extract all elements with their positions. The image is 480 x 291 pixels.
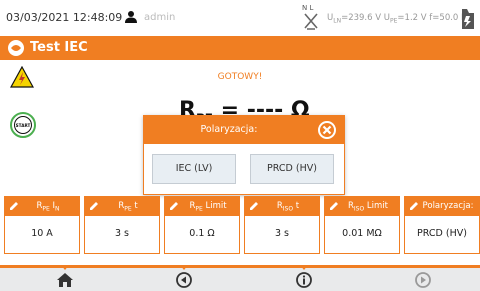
title-bar: Test IEC xyxy=(0,36,480,60)
top-status-bar: 03/03/2021 12:48:09 admin N L ULN=239.6 … xyxy=(0,0,480,36)
pencil-icon xyxy=(90,202,98,210)
logo-icon xyxy=(8,40,24,56)
param-label: Polaryzacja: xyxy=(422,201,474,211)
param-label: RPE IN xyxy=(36,201,60,213)
pencil-icon xyxy=(10,202,18,210)
param-value: 0.1 Ω xyxy=(189,228,215,239)
dialog-header: Polaryzacja: xyxy=(144,116,344,144)
option-iec-lv-button[interactable]: IEC (LV) xyxy=(152,154,236,184)
nav-tick xyxy=(300,265,308,270)
back-icon[interactable] xyxy=(175,271,193,289)
start-button[interactable]: START xyxy=(10,112,36,138)
close-icon[interactable] xyxy=(317,120,337,140)
nav-tick xyxy=(61,265,69,270)
pencil-icon xyxy=(170,202,178,210)
bottom-nav-bar xyxy=(0,265,480,291)
param-label: RPE Limit xyxy=(189,201,227,213)
parameter-panel: RPE IN 10 A RPE t 3 s RPE Limit 0.1 Ω RI… xyxy=(4,196,480,256)
option-prcd-hv-button[interactable]: PRCD (HV) xyxy=(250,154,334,184)
param-value: 3 s xyxy=(114,228,129,239)
param-label: RISO Limit xyxy=(348,201,388,213)
param-label: RISO t xyxy=(276,201,300,213)
page-title: Test IEC xyxy=(30,40,88,55)
plug-icon: N L xyxy=(302,4,318,30)
pencil-icon xyxy=(250,202,258,210)
dialog-title: Polaryzacja: xyxy=(200,124,258,135)
voltage-readout: ULN=239.6 V UPE=1.2 V f=50.0 Hz xyxy=(327,13,472,25)
forward-icon[interactable] xyxy=(414,271,432,289)
param-riso-limit[interactable]: RISO Limit 0.01 MΩ xyxy=(324,196,400,254)
nav-tick xyxy=(180,265,188,270)
param-rpe-limit[interactable]: RPE Limit 0.1 Ω xyxy=(164,196,240,254)
battery-icon xyxy=(462,9,474,29)
param-polarization[interactable]: Polaryzacja: PRCD (HV) xyxy=(404,196,480,254)
param-value: 3 s xyxy=(274,228,289,239)
polarization-dialog: Polaryzacja: IEC (LV) PRCD (HV) xyxy=(143,115,345,195)
param-value: 0.01 MΩ xyxy=(342,228,382,239)
param-label: RPE t xyxy=(118,201,138,213)
user-icon xyxy=(125,11,137,23)
info-icon[interactable] xyxy=(295,271,313,289)
param-rpe-t[interactable]: RPE t 3 s xyxy=(84,196,160,254)
pencil-icon xyxy=(330,202,338,210)
param-value: PRCD (HV) xyxy=(417,228,467,239)
svg-text:N L: N L xyxy=(302,4,313,12)
pencil-icon xyxy=(410,202,418,210)
username: admin xyxy=(144,12,176,23)
status-text: GOTOWY! xyxy=(217,72,263,82)
home-icon[interactable] xyxy=(56,271,74,289)
param-value: 10 A xyxy=(31,228,53,239)
param-rpe-in[interactable]: RPE IN 10 A xyxy=(4,196,80,254)
param-riso-t[interactable]: RISO t 3 s xyxy=(244,196,320,254)
datetime: 03/03/2021 12:48:09 xyxy=(6,11,123,24)
svg-text:START: START xyxy=(16,123,31,128)
